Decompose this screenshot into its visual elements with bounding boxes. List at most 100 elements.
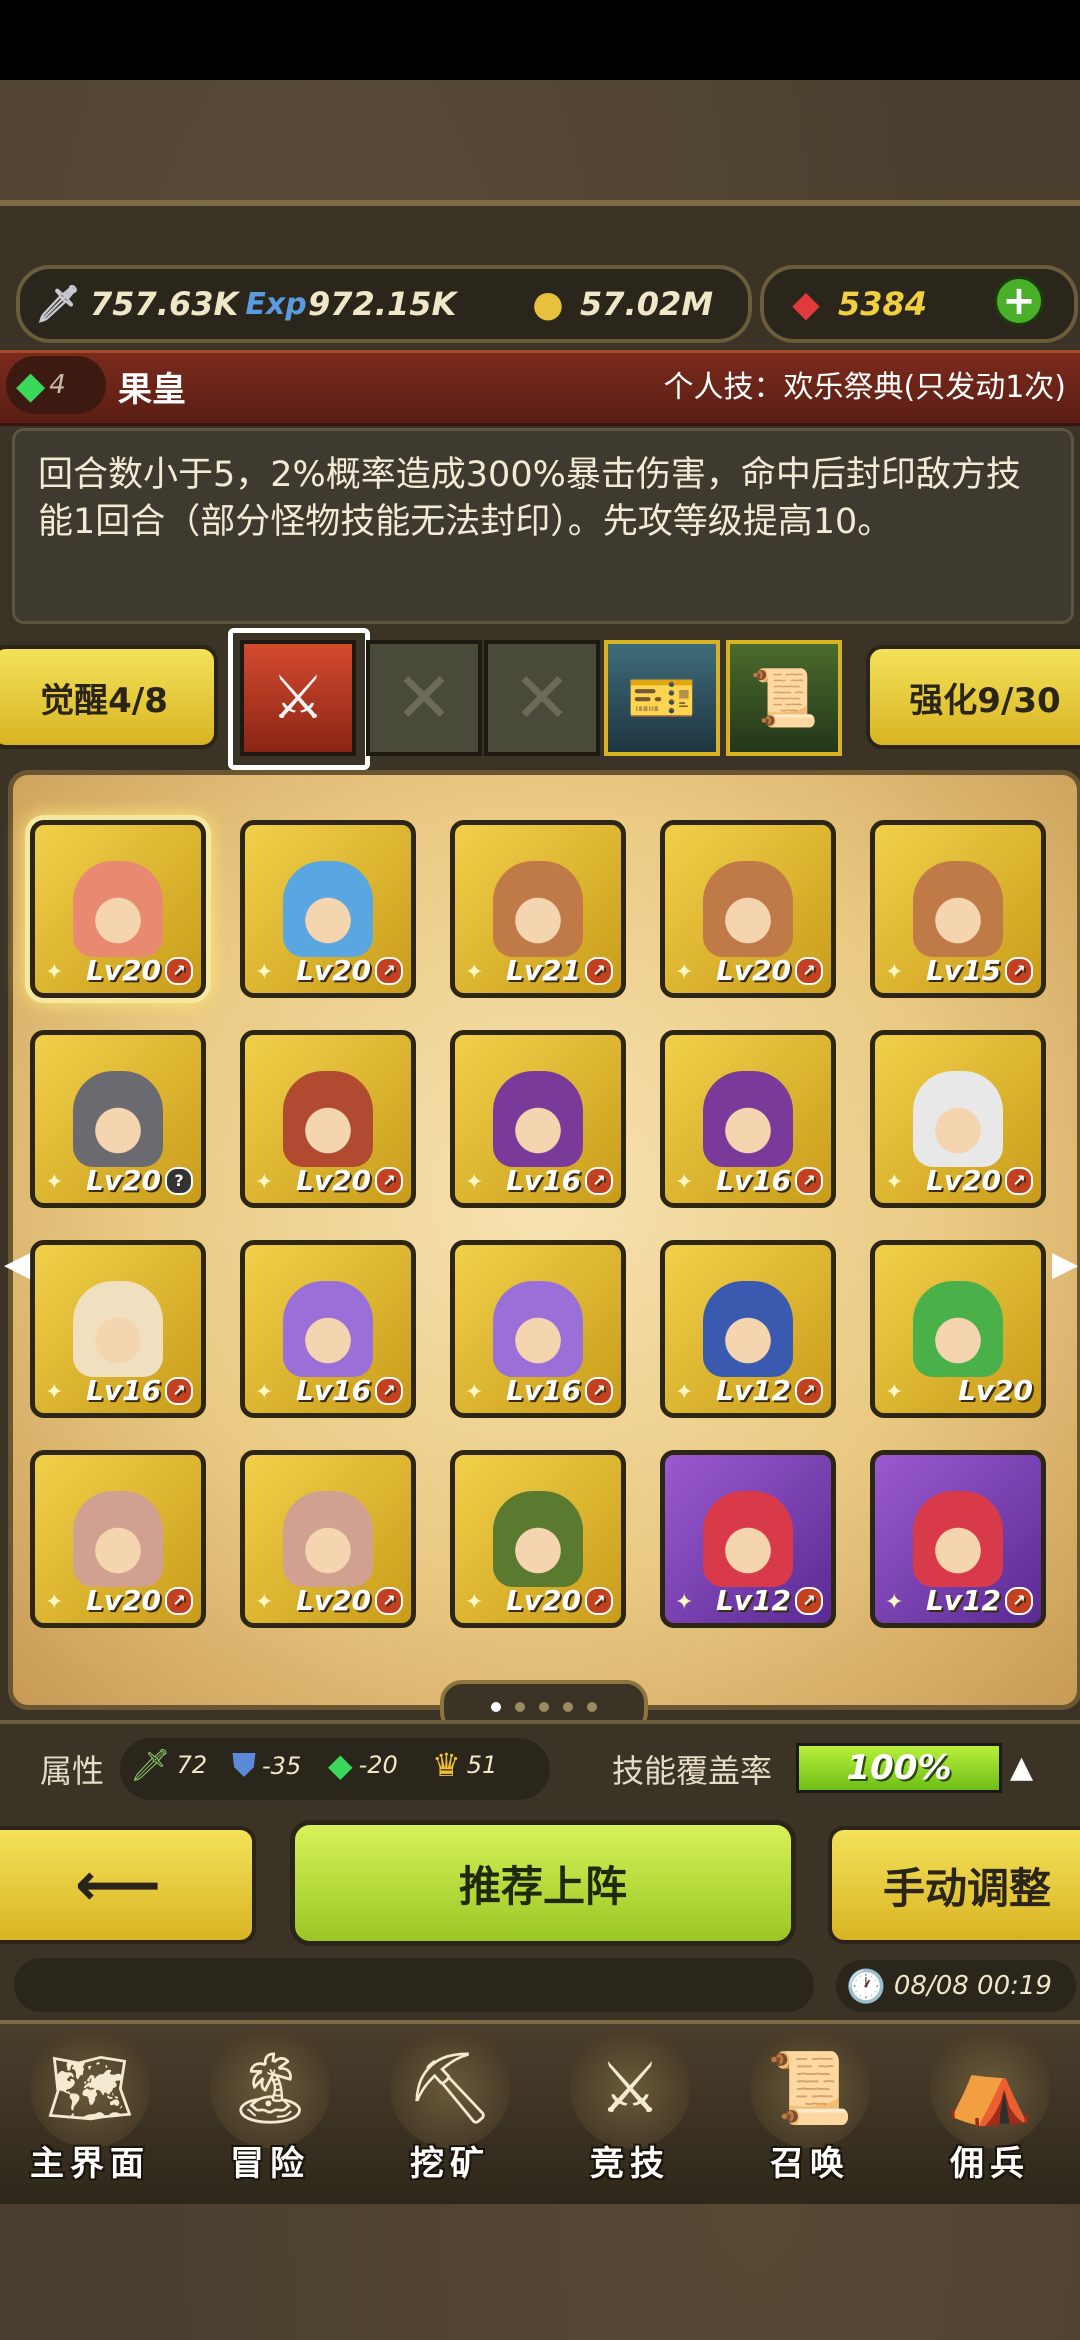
sparkle-icon: ✦: [45, 960, 64, 985]
hero-level-text: Lv15: [925, 954, 1001, 987]
nav-label: 召唤: [770, 2144, 850, 2184]
hero-level-text: Lv16: [505, 1374, 581, 1407]
nav-item[interactable]: 🗺 主界面: [0, 2028, 180, 2200]
hero-card[interactable]: ✦ Lv16 ↗: [450, 1240, 626, 1418]
enhance-button[interactable]: 强化9/30: [866, 645, 1080, 749]
x-icon: ✕: [394, 657, 454, 739]
hero-card[interactable]: ✦ Lv16 ↗: [30, 1240, 206, 1418]
hero-card[interactable]: ✦ Lv16 ↗: [450, 1030, 626, 1208]
hero-level-text: Lv20: [295, 954, 371, 987]
nav-label: 挖矿: [410, 2144, 490, 2184]
hero-portrait: [703, 1491, 793, 1587]
hero-card[interactable]: ✦ Lv20 ↗: [30, 1450, 206, 1628]
hero-card[interactable]: ✦ Lv20 ↗: [240, 1450, 416, 1628]
upgrade-icon: ↗: [375, 1586, 403, 1615]
awaken-label: 觉醒4/8: [40, 680, 168, 721]
slot-scroll[interactable]: 📜: [726, 640, 842, 756]
crossed-swords-icon: ⚔: [570, 2028, 690, 2148]
upgrade-icon: ↗: [795, 1376, 823, 1405]
hero-card[interactable]: ✦ Lv21 ↗: [450, 820, 626, 998]
nav-item[interactable]: ⚔ 竞技: [540, 2028, 720, 2200]
hero-card[interactable]: ✦ Lv12 ↗: [660, 1240, 836, 1418]
nav-item[interactable]: 🏝 冒险: [180, 2028, 360, 2200]
stat-sword: 🗡 72: [130, 1746, 207, 1784]
hero-level: Lv20 ↗: [86, 954, 193, 987]
hero-card[interactable]: ✦ Lv20 ↗: [660, 820, 836, 998]
add-ruby-button[interactable]: +: [994, 276, 1044, 326]
hero-card[interactable]: ✦ Lv20 ↗: [240, 820, 416, 998]
hero-card[interactable]: ✦ Lv20?: [30, 1030, 206, 1208]
hero-level-text: Lv20: [295, 1584, 371, 1617]
hero-card[interactable]: ✦ Lv20 ↗: [450, 1450, 626, 1628]
notification-bar: [14, 1958, 814, 2012]
hero-card[interactable]: ✦ Lv20: [870, 1240, 1046, 1418]
sparkle-icon: ✦: [255, 960, 274, 985]
hero-level-text: Lv20: [505, 1584, 581, 1617]
upgrade-icon: ↗: [165, 956, 193, 985]
awaken-button[interactable]: 觉醒4/8: [0, 645, 218, 749]
nav-item[interactable]: ⛏ 挖矿: [360, 2028, 540, 2200]
upgrade-icon: ↗: [375, 1166, 403, 1195]
hero-level: Lv16 ↗: [506, 1374, 613, 1407]
sword-value: 757.63K: [90, 285, 239, 323]
hero-level-text: Lv12: [715, 1374, 791, 1407]
slot-empty-2[interactable]: ✕: [484, 640, 600, 756]
nav-item[interactable]: 📜 召唤: [720, 2028, 900, 2200]
hero-portrait: [283, 861, 373, 957]
nav-label: 主界面: [30, 2144, 150, 2184]
sparkle-icon: ✦: [255, 1380, 274, 1405]
hero-card[interactable]: ✦ Lv16 ↗: [660, 1030, 836, 1208]
page-dot[interactable]: [539, 1702, 549, 1712]
hero-portrait: [493, 1071, 583, 1167]
hero-card[interactable]: ✦ Lv15 ↗: [870, 820, 1046, 998]
back-button[interactable]: ⟵: [0, 1826, 256, 1944]
hero-name: 果皇: [118, 370, 186, 410]
expand-caret-icon[interactable]: ▲: [1010, 1750, 1033, 1785]
hero-level-text: Lv16: [715, 1164, 791, 1197]
hero-level-text: Lv20: [295, 1164, 371, 1197]
sparkle-icon: ✦: [255, 1590, 274, 1615]
hero-card[interactable]: ✦ Lv16 ↗: [240, 1240, 416, 1418]
next-page-arrow[interactable]: ▶: [1052, 1244, 1078, 1284]
sparkle-icon: ✦: [675, 1590, 694, 1615]
tent-icon: ⛺: [930, 2028, 1050, 2148]
page-dot[interactable]: [515, 1702, 525, 1712]
hero-portrait: [73, 1071, 163, 1167]
nav-item[interactable]: ⛺ 佣兵: [900, 2028, 1080, 2200]
hero-card[interactable]: ✦ Lv20 ↗: [30, 820, 206, 998]
hero-card[interactable]: ✦ Lv20 ↗: [240, 1030, 416, 1208]
slot-empty-1[interactable]: ✕: [366, 640, 482, 756]
stat-gem-value: -20: [358, 1751, 398, 1779]
coverage-value: 100%: [846, 1748, 952, 1788]
hero-portrait: [493, 1281, 583, 1377]
hero-level: Lv15 ↗: [926, 954, 1033, 987]
skill-description: 回合数小于5，2%概率造成300%暴击伤害，命中后封印敌方技能1回合（部分怪物技…: [38, 455, 1021, 542]
prev-page-arrow[interactable]: ◀: [4, 1244, 30, 1284]
page-dot[interactable]: [587, 1702, 597, 1712]
hero-card[interactable]: ✦ Lv12 ↗: [870, 1450, 1046, 1628]
upgrade-icon: ↗: [795, 1586, 823, 1615]
upgrade-icon: ↗: [165, 1376, 193, 1405]
sparkle-icon: ✦: [45, 1380, 64, 1405]
upgrade-icon: ↗: [1005, 1586, 1033, 1615]
hero-card[interactable]: ✦ Lv20 ↗: [870, 1030, 1046, 1208]
recommend-button[interactable]: 推荐上阵: [290, 1820, 796, 1946]
hero-level-text: Lv16: [505, 1164, 581, 1197]
sparkle-icon: ✦: [885, 1590, 904, 1615]
attribute-label: 属性: [40, 1752, 105, 1790]
sword-icon: 🗡: [35, 284, 81, 325]
hero-portrait: [913, 861, 1003, 957]
hero-level-text: Lv20: [85, 954, 161, 987]
hero-card[interactable]: ✦ Lv12 ↗: [660, 1450, 836, 1628]
manual-adjust-button[interactable]: 手动调整: [828, 1826, 1080, 1944]
upgrade-icon: ↗: [585, 956, 613, 985]
page-dot[interactable]: [491, 1702, 501, 1712]
map-scroll-icon: 🗺: [30, 2028, 150, 2148]
page-dot[interactable]: [563, 1702, 573, 1712]
sparkle-icon: ✦: [675, 960, 694, 985]
slot-ticket[interactable]: 🎫: [604, 640, 720, 756]
upgrade-icon: ↗: [795, 1166, 823, 1195]
gem-count: 4: [49, 370, 66, 400]
hero-portrait: [283, 1491, 373, 1587]
sparkle-icon: ✦: [885, 1380, 904, 1405]
